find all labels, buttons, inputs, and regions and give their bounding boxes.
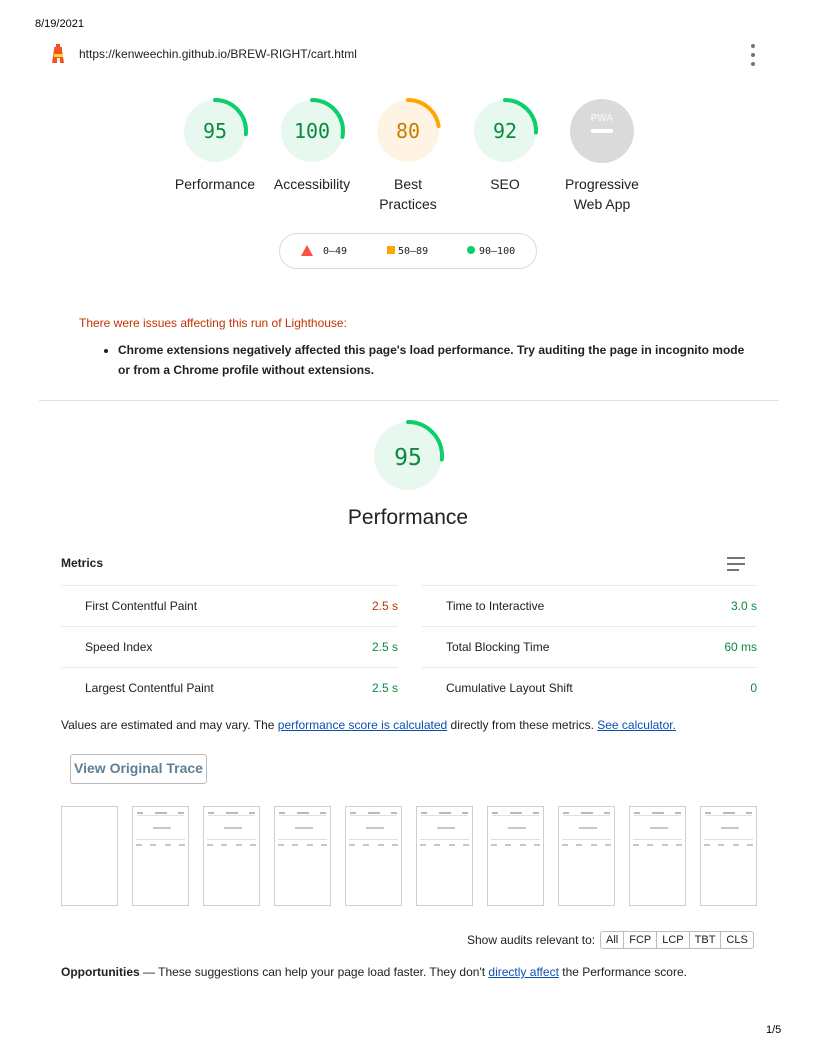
pwa-icon: PWA: [570, 99, 634, 163]
metric-tti: Time to Interactive 3.0 s: [422, 585, 757, 626]
gauge-ring: 80: [375, 98, 441, 164]
pass-circle-icon: [467, 246, 475, 254]
lighthouse-icon: [50, 44, 68, 64]
filter-fcp[interactable]: FCP: [623, 931, 658, 949]
average-square-icon: [387, 246, 395, 254]
section-divider: [39, 400, 779, 401]
gauge-score: 95: [203, 119, 227, 143]
metric-name: Largest Contentful Paint: [85, 681, 214, 695]
gauge-score: 92: [493, 119, 517, 143]
page-url[interactable]: https://kenweechin.github.io/BREW-RIGHT/…: [79, 47, 357, 61]
warning-title: There were issues affecting this run of …: [79, 316, 347, 330]
metric-value: 3.0 s: [730, 599, 757, 613]
gauge-label: Accessibility: [273, 176, 351, 192]
legend-pass: 90–100: [479, 246, 516, 257]
metric-value: 2.5 s: [371, 599, 398, 613]
gauge-ring: 95: [182, 98, 248, 164]
legend-fail: 0–49: [323, 246, 348, 257]
directly-affect-link[interactable]: directly affect: [488, 965, 558, 979]
metric-name: Total Blocking Time: [446, 640, 550, 654]
values-note: Values are estimated and may vary. The p…: [61, 718, 676, 732]
gauge-label: Performance: [174, 176, 256, 192]
gauge-label: SEO: [490, 176, 520, 192]
pwa-badge: PWA: [591, 113, 614, 124]
gauge-ring: 92: [472, 98, 538, 164]
gauge-best-practices[interactable]: 80 Best Practices: [353, 98, 463, 214]
filmstrip-frame: [416, 806, 473, 906]
filmstrip-frame: [274, 806, 331, 906]
metric-value: 60 ms: [724, 640, 757, 654]
filmstrip-frame: [345, 806, 402, 906]
metrics-title: Metrics: [61, 556, 104, 570]
performance-title: Performance: [347, 506, 469, 529]
score-legend: 0–49 50–89 90–100: [279, 233, 537, 269]
filter-lcp[interactable]: LCP: [656, 931, 690, 949]
metric-fcp: First Contentful Paint 2.5 s: [61, 585, 398, 626]
metric-name: First Contentful Paint: [85, 599, 198, 613]
gauge-ring: 95: [372, 420, 444, 492]
print-date: 8/19/2021: [35, 18, 84, 30]
gauge-score: 100: [294, 119, 330, 143]
performance-gauge[interactable]: 95: [372, 420, 444, 497]
gauge-score: 80: [396, 119, 420, 143]
performance-score: 95: [394, 445, 422, 471]
warning-list: Chrome extensions negatively affected th…: [100, 340, 748, 380]
page-number: 1/5: [766, 1024, 782, 1036]
filmstrip-frame: [61, 806, 118, 906]
metric-lcp: Largest Contentful Paint 2.5 s: [61, 667, 398, 708]
view-toggle-icon[interactable]: [727, 557, 745, 571]
filmstrip-frame: [132, 806, 189, 906]
opportunities-text: Opportunities — These suggestions can he…: [61, 965, 687, 979]
filmstrip-frame: [700, 806, 757, 906]
metric-value: 0: [750, 681, 757, 695]
filmstrip-frame: [629, 806, 686, 906]
filter-tbt[interactable]: TBT: [688, 931, 722, 949]
warning-item: Chrome extensions negatively affected th…: [118, 340, 748, 380]
metric-name: Time to Interactive: [446, 599, 545, 613]
opportunities-title: Opportunities: [61, 965, 140, 979]
more-vert-icon[interactable]: [746, 44, 760, 66]
metric-name: Cumulative Layout Shift: [446, 681, 573, 695]
metric-value: 2.5 s: [371, 640, 398, 654]
score-calculated-link[interactable]: performance score is calculated: [278, 718, 447, 732]
filter-all[interactable]: All: [600, 931, 625, 949]
filmstrip-frame: [558, 806, 615, 906]
view-original-trace-button[interactable]: View Original Trace: [70, 754, 207, 784]
filmstrip-frame: [487, 806, 544, 906]
metric-value: 2.5 s: [371, 681, 398, 695]
metric-si: Speed Index 2.5 s: [61, 626, 398, 667]
see-calculator-link[interactable]: See calculator.: [597, 718, 676, 732]
filmstrip-frame: [203, 806, 260, 906]
metric-cls: Cumulative Layout Shift 0: [422, 667, 757, 708]
filter-label: Show audits relevant to:: [467, 933, 596, 947]
gauge-pwa[interactable]: PWA Progressive Web App: [547, 98, 657, 214]
filter-cls[interactable]: CLS: [720, 931, 754, 949]
metric-tbt: Total Blocking Time 60 ms: [422, 626, 757, 667]
gauge-label: Progressive Web App: [565, 176, 639, 212]
legend-average: 50–89: [398, 246, 429, 257]
gauge-performance[interactable]: 95 Performance: [160, 98, 270, 194]
gauge-seo[interactable]: 92 SEO: [450, 98, 560, 194]
gauge-ring: 100: [279, 98, 345, 164]
metric-name: Speed Index: [85, 640, 153, 654]
audit-filter-group: All FCP LCP TBT CLS: [600, 931, 754, 949]
gauge-accessibility[interactable]: 100 Accessibility: [257, 98, 367, 194]
fail-triangle-icon: [301, 245, 313, 259]
gauge-label: Best Practices: [379, 176, 437, 212]
